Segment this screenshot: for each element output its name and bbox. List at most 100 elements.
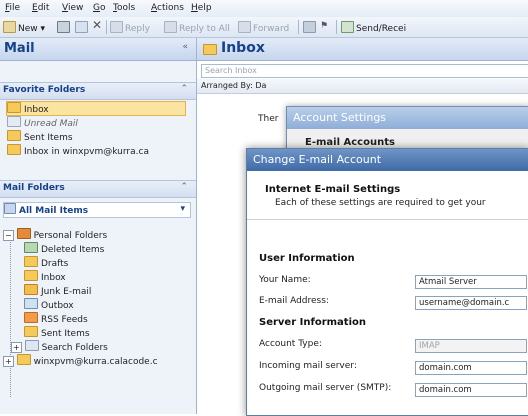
outgoing-server-input[interactable]: domain.com bbox=[415, 383, 527, 397]
folder-inbox[interactable]: Inbox bbox=[24, 270, 66, 283]
reply-button[interactable]: Reply bbox=[110, 21, 150, 34]
junk-email-icon bbox=[24, 284, 38, 295]
folder-rss-feeds[interactable]: RSS Feeds bbox=[24, 312, 88, 325]
email-accounts-heading: E-mail Accounts bbox=[305, 137, 395, 148]
mail-items-icon bbox=[4, 203, 16, 214]
expand-toggle-icon[interactable]: + bbox=[11, 342, 22, 353]
menu-help[interactable]: Help bbox=[191, 3, 212, 13]
outbox-label: Outbox bbox=[41, 301, 74, 311]
forward-button[interactable]: Forward bbox=[238, 21, 289, 34]
folder-junk-email[interactable]: Junk E-mail bbox=[24, 284, 91, 297]
user-info-header: User Information bbox=[259, 253, 355, 264]
expand-toggle-icon[interactable]: + bbox=[3, 356, 14, 367]
inbox-folder-icon bbox=[7, 102, 21, 113]
collapse-chevron-icon[interactable]: ⌃ bbox=[180, 84, 188, 94]
navigation-pane: Mail « Favorite Folders ⌃ Inbox Unread M… bbox=[0, 38, 197, 414]
your-name-input[interactable]: Atmail Server bbox=[415, 275, 527, 289]
menu-edit[interactable]: Edit bbox=[32, 3, 49, 13]
favorite-folders-header[interactable]: Favorite Folders ⌃ bbox=[0, 82, 196, 100]
folder-deleted-items[interactable]: Deleted Items bbox=[24, 242, 104, 255]
email-address-label: E-mail Address: bbox=[259, 296, 329, 306]
account-type-select[interactable]: IMAP bbox=[415, 339, 527, 353]
categorize-button[interactable] bbox=[303, 21, 318, 34]
account-node[interactable]: + winxpvm@kurra.calacode.c bbox=[3, 354, 158, 367]
account-folder-icon bbox=[16, 354, 31, 365]
mail-title: Mail bbox=[4, 41, 35, 56]
account-settings-title: Account Settings bbox=[293, 111, 387, 124]
collapse-chevron-icon[interactable]: ⌃ bbox=[180, 182, 188, 192]
move-button[interactable] bbox=[75, 21, 90, 34]
expand-toggle-icon[interactable]: − bbox=[3, 230, 14, 241]
move-folder-icon bbox=[75, 21, 88, 33]
inbox-title: Inbox bbox=[221, 40, 265, 56]
delete-button[interactable]: ✕ bbox=[92, 18, 102, 32]
outbox-icon bbox=[24, 298, 38, 309]
all-mail-items-label: All Mail Items bbox=[19, 206, 89, 216]
menu-view[interactable]: View bbox=[62, 3, 83, 13]
favorite-inbox-winxpvm[interactable]: Inbox in winxpvm@kurra.ca bbox=[7, 144, 149, 157]
mail-folders-header[interactable]: Mail Folders ⌃ bbox=[0, 180, 196, 198]
sent-items-label: Sent Items bbox=[24, 133, 73, 143]
reply-label: Reply bbox=[125, 24, 150, 34]
email-address-input[interactable]: username@domain.c bbox=[415, 296, 527, 310]
divider bbox=[247, 219, 528, 220]
favorite-unread-mail[interactable]: Unread Mail bbox=[7, 116, 78, 129]
folder-search-folders[interactable]: + Search Folders bbox=[11, 340, 108, 353]
unread-mail-label: Unread Mail bbox=[24, 119, 78, 129]
folder-drafts[interactable]: Drafts bbox=[24, 256, 68, 269]
all-mail-items-selector[interactable]: All Mail Items ▾ bbox=[3, 202, 191, 218]
server-info-header: Server Information bbox=[259, 317, 366, 328]
personal-folders-label: Personal Folders bbox=[33, 231, 108, 241]
drafts-icon bbox=[24, 256, 38, 267]
incoming-server-input[interactable]: domain.com bbox=[415, 361, 527, 375]
toolbar-separator bbox=[336, 20, 337, 34]
arranged-by-bar[interactable]: Arranged By: Da bbox=[197, 79, 528, 94]
search-folders-label: Search Folders bbox=[41, 343, 108, 353]
internet-settings-title: Internet E-mail Settings bbox=[265, 184, 401, 195]
collapse-pane-icon[interactable]: « bbox=[182, 42, 188, 52]
reply-all-icon bbox=[164, 21, 177, 33]
follow-up-button[interactable]: ⚑ bbox=[320, 21, 328, 31]
inbox-winxpvm-label: Inbox in winxpvm@kurra.ca bbox=[24, 147, 149, 157]
mail-pane-header: Mail « bbox=[0, 38, 196, 61]
menu-file[interactable]: File bbox=[5, 3, 20, 13]
print-button[interactable] bbox=[57, 21, 72, 34]
reply-all-label: Reply to All bbox=[179, 24, 230, 34]
search-inbox-input[interactable]: Search Inbox bbox=[201, 64, 528, 78]
your-name-label: Your Name: bbox=[259, 275, 311, 285]
toolbar-separator bbox=[106, 20, 107, 34]
folder-sent-items[interactable]: Sent Items bbox=[24, 326, 90, 339]
menu-tools[interactable]: Tools bbox=[113, 3, 135, 13]
outgoing-server-label: Outgoing mail server (SMTP): bbox=[259, 383, 392, 393]
inbox-header: Inbox bbox=[197, 38, 528, 61]
favorite-inbox[interactable]: Inbox bbox=[6, 101, 186, 116]
categorize-icon bbox=[303, 21, 316, 33]
dropdown-arrow-icon: ▾ bbox=[180, 204, 185, 214]
search-folder-icon bbox=[7, 116, 21, 127]
deleted-items-label: Deleted Items bbox=[41, 245, 105, 255]
send-receive-button[interactable]: Send/Recei bbox=[341, 21, 406, 34]
personal-folders-node[interactable]: − Personal Folders bbox=[3, 228, 107, 241]
folder-outbox[interactable]: Outbox bbox=[24, 298, 74, 311]
favorite-sent-items[interactable]: Sent Items bbox=[7, 130, 73, 143]
deleted-items-icon bbox=[24, 242, 38, 253]
reply-all-button[interactable]: Reply to All bbox=[164, 21, 230, 34]
sent-items-label: Sent Items bbox=[41, 329, 90, 339]
junk-email-label: Junk E-mail bbox=[41, 287, 92, 297]
toolbar: New ▾ ✕ Reply Reply to All Forward ⚑ Sen… bbox=[0, 17, 528, 38]
new-button[interactable]: New ▾ bbox=[3, 21, 45, 34]
arranged-by-label: Arranged By: Da bbox=[201, 81, 267, 90]
new-mail-icon bbox=[3, 21, 16, 33]
inbox-label: Inbox bbox=[41, 273, 66, 283]
menu-actions[interactable]: Actions bbox=[151, 3, 184, 13]
search-placeholder: Search Inbox bbox=[205, 66, 257, 75]
menu-go[interactable]: Go bbox=[93, 3, 106, 13]
reply-icon bbox=[110, 21, 123, 33]
mail-folders-label: Mail Folders bbox=[3, 183, 65, 193]
forward-label: Forward bbox=[253, 24, 290, 34]
personal-folders-icon bbox=[16, 228, 31, 239]
printer-icon bbox=[57, 21, 70, 33]
inbox-folder-icon bbox=[7, 144, 21, 155]
inbox-folder-icon bbox=[24, 270, 38, 281]
change-account-title: Change E-mail Account bbox=[253, 153, 382, 166]
